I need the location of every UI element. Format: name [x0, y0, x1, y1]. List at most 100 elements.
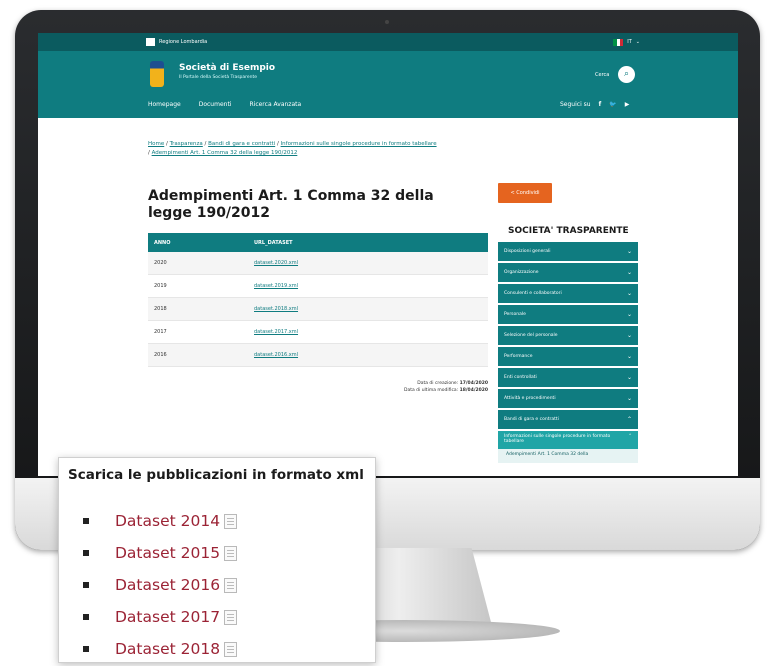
- breadcrumb-trasparenza[interactable]: Trasparenza: [170, 141, 203, 147]
- dataset-link[interactable]: dataset.2017.xml: [254, 329, 298, 335]
- downloads-title: Scarica le pubblicazioni in formato xml: [68, 467, 364, 483]
- dataset-2014-link[interactable]: Dataset 2014: [115, 512, 220, 530]
- sidebar-item-bandi[interactable]: Bandi di gara e contratti ⌃: [498, 410, 638, 429]
- sidebar-item-attivita[interactable]: Attività e procedimenti ⌄: [498, 389, 638, 408]
- dataset-2018-link[interactable]: Dataset 2018: [115, 640, 220, 658]
- dataset-2017-link[interactable]: Dataset 2017: [115, 608, 220, 626]
- sidebar-item-enti-controllati[interactable]: Enti controllati ⌄: [498, 368, 638, 387]
- modified-date: 18/04/2020: [459, 388, 488, 393]
- downloads-list: Dataset 2014 Dataset 2015 Dataset 2016 D…: [83, 505, 238, 665]
- cell-anno: 2020: [154, 260, 167, 266]
- document-icon[interactable]: [224, 545, 238, 561]
- search-icon: ⌕: [623, 69, 630, 79]
- region-logo-icon: [146, 38, 155, 46]
- created-date: 17/04/2020: [459, 381, 488, 386]
- cell-anno: 2019: [154, 283, 167, 289]
- sidebar-item-organizzazione[interactable]: Organizzazione ⌄: [498, 263, 638, 282]
- table-row: 2016 dataset.2016.xml: [148, 344, 488, 367]
- chevron-down-icon: ⌄: [635, 39, 640, 45]
- camera-dot: [385, 20, 389, 24]
- bullet-icon: [83, 550, 89, 556]
- sidebar-subitem-adempimenti[interactable]: Adempimenti Art. 1 Comma 32 della: [498, 449, 638, 463]
- table-row: 2017 dataset.2017.xml: [148, 321, 488, 344]
- sidebar-item-consulenti[interactable]: Consulenti e collaboratori ⌄: [498, 284, 638, 303]
- dataset-table: ANNO URL_DATASET 2020 dataset.2020.xml 2…: [148, 233, 488, 367]
- facebook-icon[interactable]: f: [599, 101, 602, 108]
- bullet-icon: [83, 646, 89, 652]
- cell-anno: 2016: [154, 352, 167, 358]
- main-nav: Homepage Documenti Ricerca Avanzata: [148, 101, 301, 108]
- sidebar-item-informazioni[interactable]: Informazioni sulle singole procedure in …: [498, 431, 638, 449]
- sidebar-item-disposizioni-generali[interactable]: Disposizioni generali ⌄: [498, 242, 638, 261]
- screen: Regione Lombardia IT ⌄ Società di Esempi…: [38, 33, 738, 476]
- dataset-link[interactable]: dataset.2018.xml: [254, 306, 298, 312]
- site-title[interactable]: Società di Esempio: [179, 63, 275, 73]
- breadcrumb-home[interactable]: Home: [148, 141, 164, 147]
- bullet-icon: [83, 518, 89, 524]
- sidebar-item-performance[interactable]: Performance ⌄: [498, 347, 638, 366]
- breadcrumb: Home / Trasparenza / Bandi di gara e con…: [148, 141, 437, 156]
- share-icon: <: [510, 190, 515, 196]
- sidebar-item-label: Bandi di gara e contratti: [504, 417, 559, 422]
- dataset-2015-link[interactable]: Dataset 2015: [115, 544, 220, 562]
- sidebar-title: SOCIETA' TRASPARENTE: [508, 226, 629, 236]
- sidebar-item-selezione-personale[interactable]: Selezione del personale ⌄: [498, 326, 638, 345]
- chevron-down-icon: ⌄: [626, 311, 632, 318]
- share-button[interactable]: < Condividi: [498, 183, 552, 203]
- xml-downloads-panel: Scarica le pubblicazioni in formato xml …: [58, 457, 376, 663]
- language-label: IT: [627, 39, 632, 45]
- search-button[interactable]: ⌕: [618, 66, 635, 83]
- document-icon[interactable]: [224, 577, 238, 593]
- site-subtitle: Il Portale della Società Trasparente: [179, 75, 258, 80]
- language-selector[interactable]: IT ⌄: [613, 38, 640, 46]
- nav-homepage[interactable]: Homepage: [148, 101, 181, 108]
- chevron-down-icon: ⌄: [626, 374, 632, 381]
- dataset-link[interactable]: dataset.2016.xml: [254, 352, 298, 358]
- sidebar-item-label: Informazioni sulle singole procedure in …: [504, 434, 611, 444]
- list-item: Dataset 2016: [83, 569, 238, 601]
- table-row: 2020 dataset.2020.xml: [148, 252, 488, 275]
- breadcrumb-bandi[interactable]: Bandi di gara e contratti: [208, 141, 275, 147]
- org-label: Regione Lombardia: [159, 39, 208, 45]
- nav-documenti[interactable]: Documenti: [199, 101, 232, 108]
- top-bar: Regione Lombardia IT ⌄: [38, 33, 738, 51]
- dataset-link[interactable]: dataset.2020.xml: [254, 260, 298, 266]
- document-icon[interactable]: [224, 513, 238, 529]
- nav-ricerca-avanzata[interactable]: Ricerca Avanzata: [249, 101, 301, 108]
- chevron-down-icon: ⌄: [626, 290, 632, 297]
- page-dates: Data di creazione: 17/04/2020 Data di ul…: [278, 380, 488, 394]
- list-item: Dataset 2014: [83, 505, 238, 537]
- dataset-link[interactable]: dataset.2019.xml: [254, 283, 298, 289]
- italy-flag-icon: [613, 38, 624, 46]
- chevron-down-icon: ⌄: [626, 395, 632, 402]
- document-icon[interactable]: [224, 641, 238, 657]
- social-label: Seguici su: [560, 101, 591, 108]
- chevron-down-icon: ⌄: [626, 353, 632, 360]
- site-header: Società di Esempio Il Portale della Soci…: [38, 51, 738, 118]
- main-content: Home / Trasparenza / Bandi di gara e con…: [38, 118, 738, 476]
- sidebar-item-label: Disposizioni generali: [504, 249, 551, 254]
- sidebar-item-label: Personale: [504, 312, 526, 317]
- breadcrumb-informazioni[interactable]: Informazioni sulle singole procedure in …: [281, 141, 437, 147]
- sidebar-item-personale[interactable]: Personale ⌄: [498, 305, 638, 324]
- page-title: Adempimenti Art. 1 Comma 32 della legge …: [148, 188, 434, 221]
- bullet-icon: [83, 614, 89, 620]
- sidebar-item-label: Enti controllati: [504, 375, 537, 380]
- list-item: Dataset 2017: [83, 601, 238, 633]
- org-link[interactable]: Regione Lombardia: [146, 38, 207, 46]
- sidebar-menu: Disposizioni generali ⌄ Organizzazione ⌄ C…: [498, 242, 638, 463]
- site-logo-icon[interactable]: [150, 61, 164, 87]
- chevron-up-icon: ⌃: [628, 434, 632, 439]
- youtube-icon[interactable]: ▶: [625, 101, 630, 108]
- cell-anno: 2017: [154, 329, 167, 335]
- modified-label: Data di ultima modifica:: [403, 388, 459, 393]
- breadcrumb-current[interactable]: Adempimenti Art. 1 Comma 32 della legge …: [152, 150, 298, 156]
- dataset-2016-link[interactable]: Dataset 2016: [115, 576, 220, 594]
- list-item: Dataset 2018: [83, 633, 238, 665]
- table-header: ANNO URL_DATASET: [148, 233, 488, 252]
- sidebar-item-label: Organizzazione: [504, 270, 539, 275]
- chevron-down-icon: ⌄: [626, 269, 632, 276]
- document-icon[interactable]: [224, 609, 238, 625]
- chevron-down-icon: ⌄: [626, 332, 632, 339]
- twitter-icon[interactable]: 🐦: [609, 101, 616, 108]
